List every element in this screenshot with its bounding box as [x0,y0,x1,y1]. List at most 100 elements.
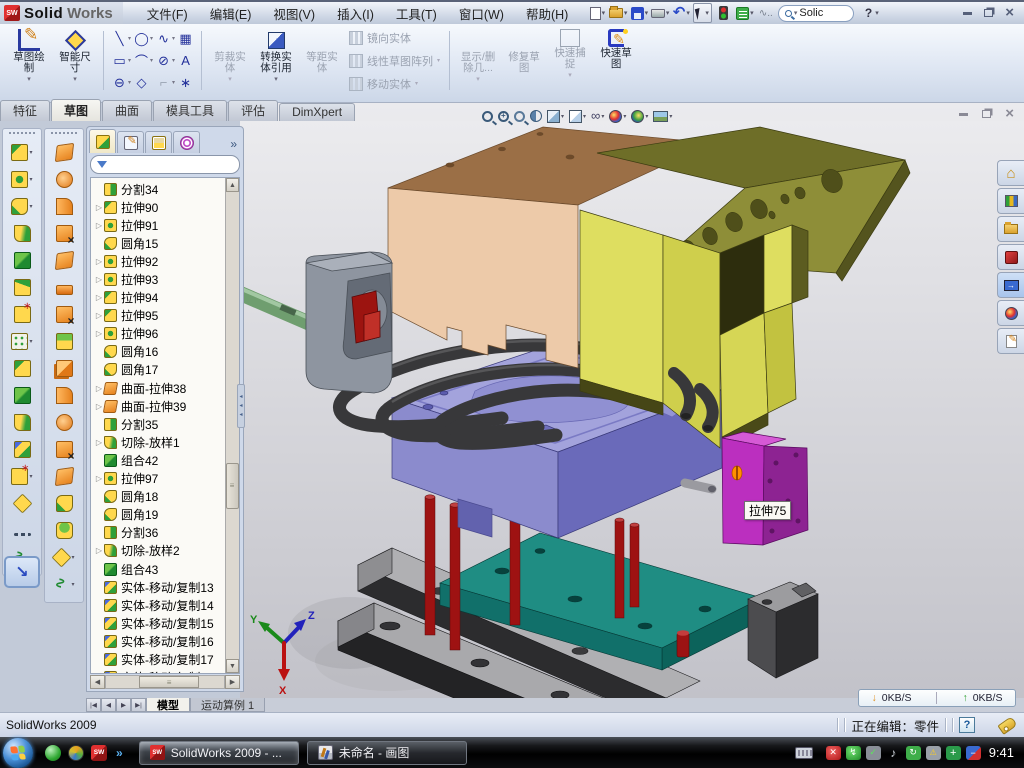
features-tool-11[interactable] [3,409,41,436]
task-pane-drag-drop[interactable]: → [997,272,1024,298]
panel-overflow-chevron[interactable]: » [226,137,241,153]
tree-item-实体-移动/复制15[interactable]: 实体-移动/复制15 [91,614,225,632]
menu-文件(F)[interactable]: 文件(F) [137,2,198,25]
cmd-button-等距实体[interactable]: 等距实 体 [299,27,345,94]
taskbar-clock[interactable]: 9:41 [989,745,1014,760]
ribbon-tab-草图[interactable]: 草图 [51,99,101,121]
tree-item-拉伸92[interactable]: ▷拉伸92 [91,252,225,270]
surfaces-tool-7[interactable] [45,301,83,328]
print-icon[interactable]: ▾ [651,4,669,22]
surfaces-tool-17[interactable]: ▾ [45,571,83,598]
surfaces-tool-8[interactable] [45,328,83,355]
tree-item-圆角15[interactable]: 圆角15 [91,234,225,252]
tray-messenger-icon[interactable]: − [966,746,981,760]
sketch-tool-polygon[interactable]: ◇ [133,72,153,94]
task-pane-custom-properties[interactable] [997,328,1024,354]
doc-close-button[interactable]: × [1005,109,1014,119]
tray-health-icon[interactable]: + [946,746,961,760]
tree-item-切除-放样1[interactable]: ▷切除-放样1 [91,433,225,451]
tree-item-圆角17[interactable]: 圆角17 [91,361,225,379]
tree-item-拉伸96[interactable]: ▷拉伸96 [91,325,225,343]
surfaces-tool-14[interactable] [45,490,83,517]
options-list-icon[interactable]: ▾ [736,4,754,22]
cmd-button-修复草图[interactable]: 修复草 图 [501,27,547,94]
surfaces-tool-12[interactable] [45,436,83,463]
features-tool-7[interactable] [3,301,41,328]
expand-caret-icon[interactable]: ▷ [94,311,104,320]
cmd-button-显示/删除几...[interactable]: 显示/删 除几...▾ [455,27,501,94]
edit-appearance-icon[interactable]: ▾ [609,110,626,123]
tab-property-manager[interactable] [117,131,144,153]
doc-tab-运动算例 1[interactable]: 运动算例 1 [190,698,265,712]
quicklaunch-pinwheel-icon[interactable] [68,745,84,761]
help-icon[interactable]: ? [865,6,872,20]
surfaces-tool-6[interactable] [45,274,83,301]
menu-窗口(W)[interactable]: 窗口(W) [449,2,514,25]
toolbar-grip[interactable] [51,132,77,136]
surfaces-tool-16[interactable]: ▾ [45,544,83,571]
locating-pin[interactable] [677,630,689,657]
task-button-SolidWorks 2009 - ...[interactable]: SWSolidWorks 2009 - ... [139,741,299,765]
nav-▶|[interactable]: ▶| [131,698,146,712]
surfaces-tool-5[interactable] [45,247,83,274]
ribbon-tab-曲面[interactable]: 曲面 [102,100,152,121]
hscroll-thumb[interactable]: ≡ [139,676,199,688]
menu-视图(V)[interactable]: 视图(V) [263,2,325,25]
tree-horizontal-scrollbar[interactable]: ◀ ≡ ▶ [90,675,240,689]
display-style-icon[interactable]: ▾ [569,110,586,123]
cmd-button-快速捕捉[interactable]: 快速捕 捉▾ [547,27,593,94]
quicklaunch-solidworks-icon[interactable]: SW [91,745,107,761]
features-tool-3[interactable]: ▾ [3,193,41,220]
tree-item-分割35[interactable]: 分割35 [91,415,225,433]
features-tool-4[interactable] [3,220,41,247]
zoom-area-icon[interactable] [498,111,509,122]
view-orientation-icon[interactable]: ▾ [547,110,564,123]
features-tool-15[interactable] [3,517,41,544]
section-view-icon[interactable] [530,110,542,122]
sketch-tool-line[interactable]: ╲▾ [111,28,131,50]
sketch-tool-arc[interactable]: ⌒▾ [133,50,153,72]
search-input[interactable]: ▾ Solic [778,5,854,22]
cmd-button-快速草图[interactable]: 快速草 图 [593,27,639,94]
surfaces-tool-10[interactable] [45,382,83,409]
task-pane-file-explorer[interactable] [997,216,1024,242]
tree-item-曲面-拉伸38[interactable]: ▷曲面-拉伸38 [91,379,225,397]
tree-item-切除-放样2[interactable]: ▷切除-放样2 [91,542,225,560]
tree-item-实体-移动/复制14[interactable]: 实体-移动/复制14 [91,596,225,614]
zoom-fit-icon[interactable] [482,111,493,122]
tree-item-拉伸91[interactable]: ▷拉伸91 [91,216,225,234]
features-tool-13[interactable]: ▾ [3,463,41,490]
sketch-tool-rectangle[interactable]: ▭▾ [111,50,131,72]
task-pane-appearances[interactable] [997,300,1024,326]
tree-item-实体-移动/复制16[interactable]: 实体-移动/复制16 [91,632,225,650]
features-tool-9[interactable] [3,355,41,382]
nav-◀[interactable]: ◀ [101,698,116,712]
save-icon[interactable]: ▾ [630,4,648,22]
tab-configuration-manager[interactable] [145,131,172,153]
expand-caret-icon[interactable]: ▷ [94,438,104,447]
features-tool-6[interactable] [3,274,41,301]
scroll-right-button[interactable]: ▶ [225,675,240,689]
tree-item-拉伸90[interactable]: ▷拉伸90 [91,198,225,216]
tray-update-icon[interactable]: ✓ [866,746,881,760]
tab-dimxpert-manager[interactable] [173,131,200,153]
surfaces-tool-1[interactable] [45,139,83,166]
side-pin[interactable] [685,483,712,489]
tree-item-拉伸93[interactable]: ▷拉伸93 [91,270,225,288]
sketch-tool-slot[interactable]: ⊖▾ [111,72,131,94]
surfaces-tool-4[interactable] [45,220,83,247]
expand-caret-icon[interactable]: ▷ [94,329,104,338]
tree-item-分割34[interactable]: 分割34 [91,180,225,198]
new-document-icon[interactable]: ▾ [588,4,606,22]
ribbon-tab-评估[interactable]: 评估 [228,100,278,121]
tab-feature-manager[interactable] [89,129,116,153]
sketch-tool-circle[interactable]: ◯▾ [133,28,153,50]
selected-extrude-block[interactable] [722,432,808,545]
features-tool-5[interactable] [3,247,41,274]
features-tool-12[interactable] [3,436,41,463]
tray-antivirus-icon[interactable]: ✕ [826,746,841,760]
tree-item-拉伸97[interactable]: ▷拉伸97 [91,470,225,488]
nav-|◀[interactable]: |◀ [86,698,101,712]
tree-item-分割36[interactable]: 分割36 [91,524,225,542]
doc-restore-button[interactable] [982,110,991,118]
